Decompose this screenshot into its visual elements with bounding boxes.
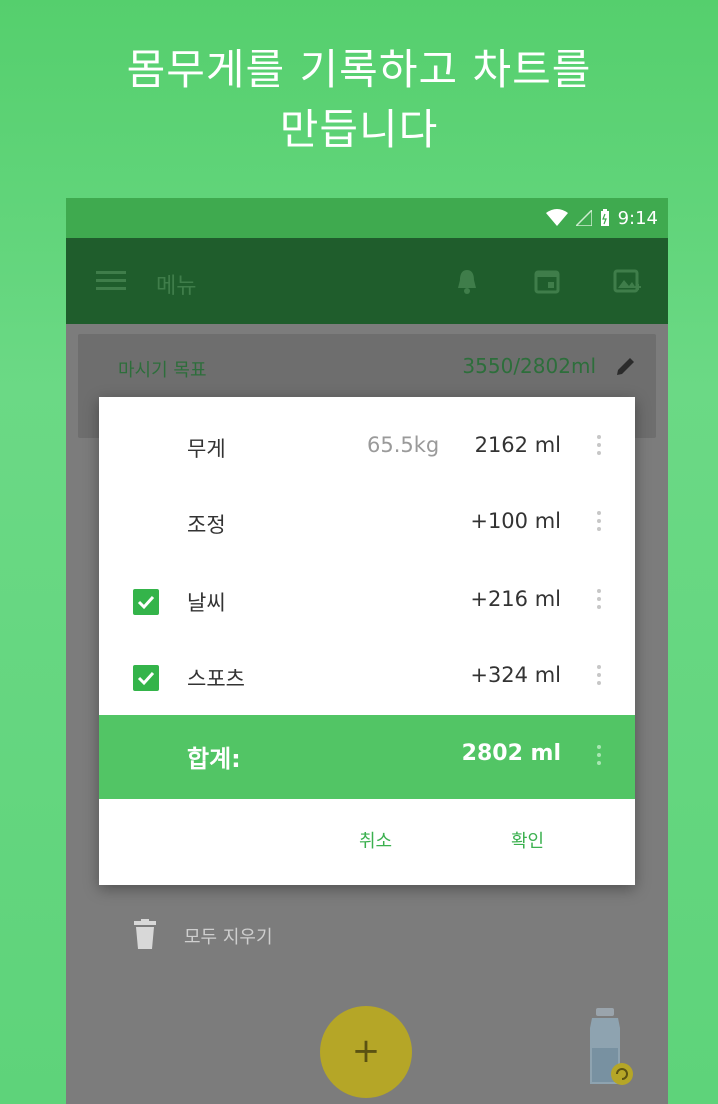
water-calculation-dialog: 무게 65.5kg 2162 ml 조정 +100 ml 날씨 +216 ml … [99,397,635,885]
checkmark-icon [137,671,155,686]
bell-icon[interactable] [452,266,482,296]
row-amount: +324 ml [470,663,561,687]
more-vert-icon[interactable] [595,741,603,773]
menu-icon[interactable] [96,268,130,294]
row-amount: 2162 ml [474,433,561,457]
goal-value: 3550/2802ml [462,354,596,378]
pencil-icon[interactable] [614,354,638,378]
total-row: 합계: 2802 ml [99,715,635,799]
total-label: 합계: [187,745,241,773]
sports-checkbox[interactable] [133,665,159,691]
status-bar: 9:14 [66,198,668,238]
signal-icon [575,210,592,226]
weight-value: 65.5kg [367,433,440,457]
promo-line-1: 몸무게를 기록하고 차트를 [126,45,592,94]
image-export-icon[interactable] [612,266,642,296]
weather-checkbox[interactable] [133,589,159,615]
trash-icon [134,919,156,949]
row-label: 날씨 [187,591,226,615]
row-label: 스포츠 [187,667,245,691]
battery-icon [600,209,609,226]
toolbar-title: 메뉴 [156,274,197,299]
row-label: 조정 [187,513,226,537]
more-vert-icon[interactable] [595,661,603,693]
confirm-button[interactable]: 확인 [511,827,544,853]
row-weather[interactable]: 날씨 +216 ml [99,563,635,639]
water-bottle-icon[interactable] [582,1008,636,1088]
row-label: 무게 [187,437,226,461]
dialog-actions: 취소 확인 [99,799,635,885]
clear-all-row[interactable]: 모두 지우기 [66,913,668,963]
goal-label: 마시기 목표 [118,360,207,381]
clock: 9:14 [617,207,658,229]
row-weight[interactable]: 무게 65.5kg 2162 ml [99,409,635,485]
promo-line-2: 만듭니다 [279,105,439,154]
calendar-icon[interactable] [532,266,562,296]
app-toolbar: 메뉴 [66,238,668,324]
checkmark-icon [137,595,155,610]
total-amount: 2802 ml [461,741,561,766]
more-vert-icon[interactable] [595,431,603,463]
row-adjustment[interactable]: 조정 +100 ml [99,485,635,561]
promo-headline: 몸무게를 기록하고 차트를 만듭니다 [0,40,718,160]
plus-icon: + [351,1031,381,1071]
row-amount: +216 ml [470,587,561,611]
more-vert-icon[interactable] [595,585,603,617]
wifi-icon [545,209,568,226]
row-amount: +100 ml [470,509,561,533]
more-vert-icon[interactable] [595,507,603,539]
cancel-button[interactable]: 취소 [359,827,392,853]
add-drink-button[interactable]: + [320,1006,412,1098]
clear-all-label: 모두 지우기 [184,927,273,948]
row-sports[interactable]: 스포츠 +324 ml [99,639,635,715]
